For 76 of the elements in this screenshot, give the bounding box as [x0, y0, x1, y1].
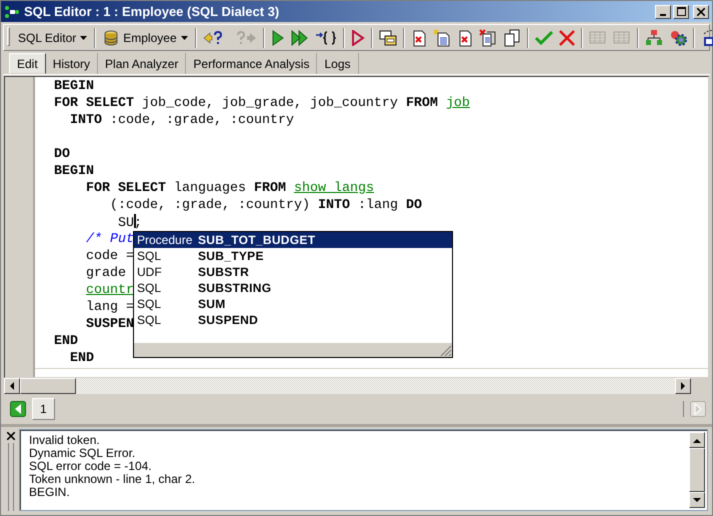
scrollbar-corner — [691, 378, 709, 394]
code-line: DO — [54, 146, 70, 163]
completion-item[interactable]: SQL SUBSTRING — [134, 280, 452, 296]
message-line: Dynamic SQL Error. — [29, 447, 136, 460]
message-line: Token unknown - line 1, char 2. — [29, 473, 196, 486]
close-icon — [697, 8, 705, 16]
completion-item[interactable]: SQL SUB_TYPE — [134, 248, 452, 264]
document-delete-icon[interactable] — [456, 28, 473, 46]
vertical-scrollbar[interactable] — [689, 432, 705, 508]
database-dropdown[interactable]: Employee — [99, 28, 192, 48]
tab[interactable]: History — [46, 53, 98, 74]
braces-icon[interactable] — [314, 30, 337, 46]
check-icon[interactable] — [534, 30, 553, 46]
code-line: INTO :code, :grade, :country — [69, 112, 294, 129]
code-line: SUSPEN — [85, 316, 134, 333]
double-play-icon[interactable] — [290, 30, 309, 46]
code-line: FOR SELECT job_code, job_grade, job_country FROM job — [54, 95, 470, 112]
code-line: (:code, :grade, :country) INTO :lang DO — [108, 197, 422, 214]
caret-icon — [80, 36, 88, 40]
code-line: END — [69, 350, 94, 367]
maximize-icon — [676, 7, 686, 16]
copy-icon[interactable] — [502, 28, 521, 46]
scroll-up-button[interactable] — [689, 432, 705, 448]
up-arrow-icon — [693, 438, 701, 442]
gear-icon[interactable] — [668, 28, 687, 46]
code-line: countr — [85, 282, 134, 299]
scrollbar-thumb[interactable] — [20, 378, 76, 394]
page-tab[interactable]: 1 — [32, 398, 55, 420]
completion-item[interactable]: UDF SUBSTR — [134, 264, 452, 280]
tab[interactable]: Edit — [9, 53, 46, 74]
message-line: Invalid token. — [29, 434, 101, 447]
app-icon — [4, 4, 20, 20]
scroll-left-button[interactable] — [4, 378, 20, 394]
windows-icon[interactable] — [378, 30, 397, 46]
text-cursor — [134, 214, 136, 228]
message-line: BEGIN. — [29, 486, 71, 499]
previous-page-icon[interactable] — [10, 401, 26, 417]
editor-dropdown[interactable]: SQL Editor — [14, 28, 92, 46]
window-title: SQL Editor : 1 : Employee (SQL Dialect 3) — [24, 4, 280, 19]
documents-delete-icon[interactable] — [478, 28, 497, 46]
scroll-right-button[interactable] — [675, 378, 691, 394]
right-arrow-icon — [680, 382, 686, 390]
code-line: /* Put — [85, 231, 134, 248]
maximize-button[interactable] — [673, 4, 689, 18]
new-document-icon[interactable] — [432, 28, 451, 46]
left-arrow-icon — [9, 382, 15, 390]
down-arrow-icon — [693, 498, 701, 502]
minimize-button[interactable] — [655, 4, 671, 18]
run-icon[interactable] — [270, 30, 285, 46]
document-delete-icon[interactable] — [410, 28, 427, 46]
minimize-icon — [660, 14, 666, 16]
database-icon — [103, 30, 120, 46]
code-line: END — [54, 333, 78, 350]
tab[interactable]: Plan Analyzer — [98, 53, 186, 74]
code-line: SU; — [116, 214, 142, 231]
resize-grip-icon[interactable] — [440, 345, 452, 357]
code-line: lang = — [84, 299, 134, 316]
tab[interactable]: Performance Analysis — [186, 53, 318, 74]
scrollbar-thumb[interactable] — [689, 448, 705, 492]
code-line: code = — [84, 248, 134, 265]
code-line: FOR SELECT languages FROM show langs — [85, 180, 374, 197]
caret-icon — [180, 36, 188, 40]
scroll-down-button[interactable] — [689, 492, 705, 508]
code-line: BEGIN — [54, 163, 94, 180]
play-icon[interactable] — [350, 30, 365, 46]
tree-icon[interactable] — [644, 28, 663, 46]
completion-item[interactable]: SQL SUM — [134, 296, 452, 312]
completion-item[interactable]: Procedure SUB_TOT_BUDGET — [134, 232, 452, 248]
message-line: SQL error code = -104. — [29, 460, 153, 473]
code-line: BEGIN — [54, 78, 94, 95]
horizontal-scrollbar[interactable] — [4, 378, 709, 394]
completion-item[interactable]: SQL SUSPEND — [134, 312, 452, 328]
code-line: grade — [84, 265, 126, 282]
tab[interactable]: Logs — [317, 53, 359, 74]
close-button[interactable] — [693, 4, 709, 18]
close-icon[interactable] — [7, 432, 15, 440]
